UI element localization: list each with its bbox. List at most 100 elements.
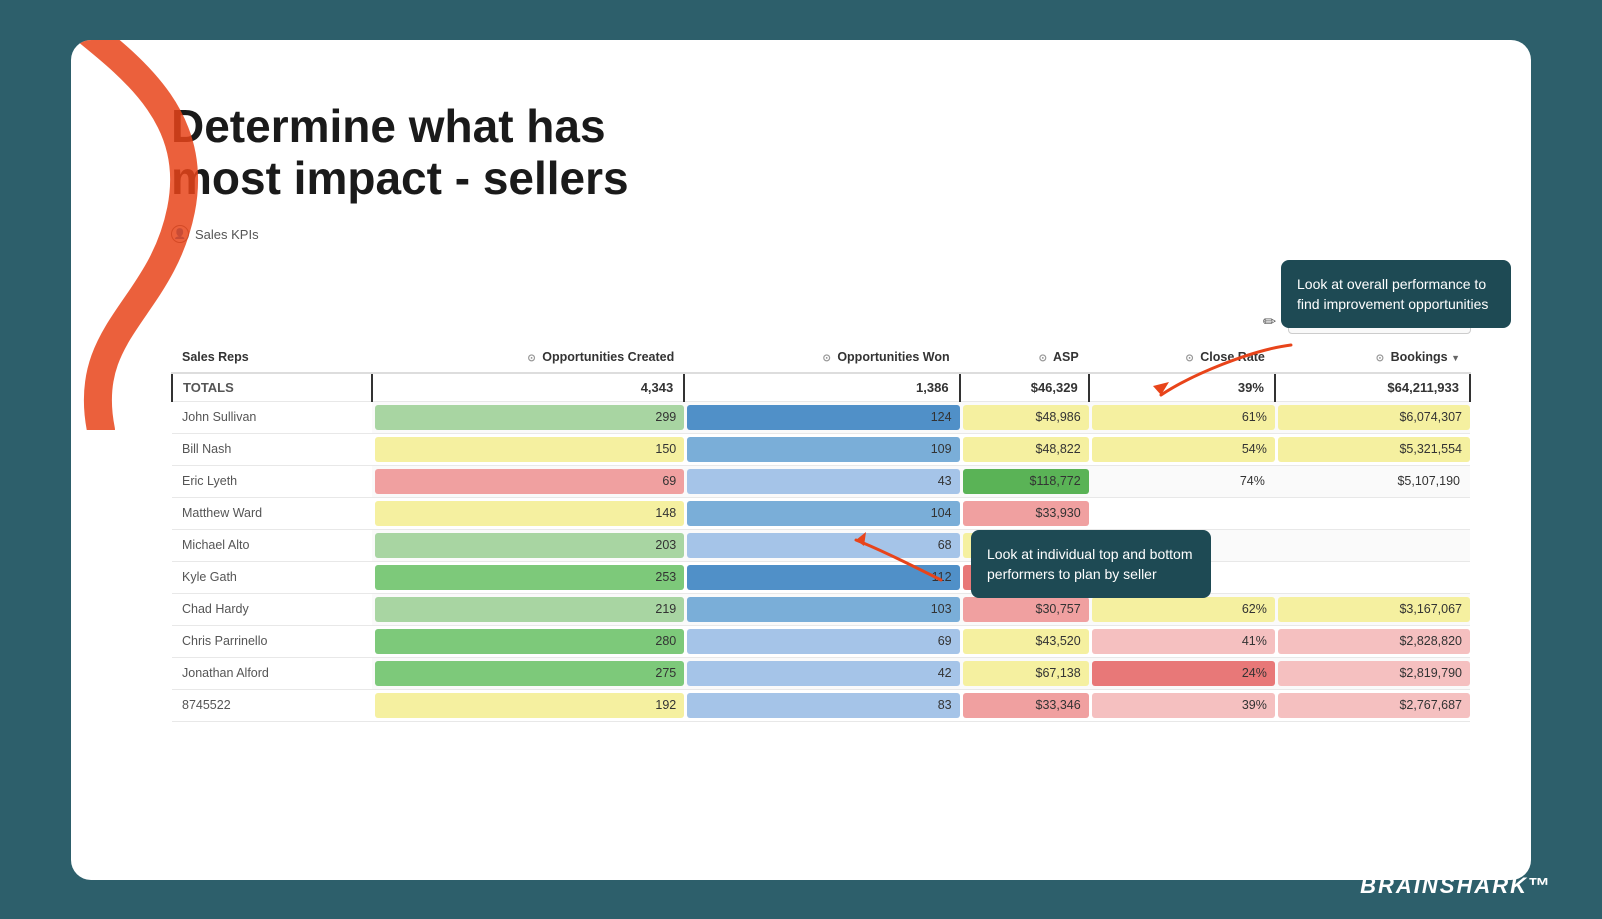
cell-opp-created: 253 [372,561,684,593]
cell-asp: $33,346 [960,689,1089,721]
cell-bookings: $6,074,307 [1275,401,1470,433]
cell-opp-won: 68 [684,529,959,561]
subtitle-row: 👤 Sales KPIs [171,225,1491,243]
cell-close-rate: 54% [1089,433,1275,465]
table-row: Chris Parrinello28069$43,52041%$2,828,82… [172,625,1470,657]
cell-name: Eric Lyeth [172,465,372,497]
main-title: Determine what has most impact - sellers [171,100,1491,206]
col-opp-won[interactable]: ⊙ Opportunities Won [684,342,959,373]
cell-opp-won: 43 [684,465,959,497]
cell-opp-won: 83 [684,689,959,721]
cell-bookings [1275,561,1470,593]
cell-name: Kyle Gath [172,561,372,593]
cell-opp-won: 104 [684,497,959,529]
cell-opp-created: 280 [372,625,684,657]
cell-bookings: $2,767,687 [1275,689,1470,721]
table-header-row: Sales Reps ⊙ Opportunities Created ⊙ Opp… [172,342,1470,373]
slide-container: Determine what has most impact - sellers… [71,40,1531,880]
cell-name: Michael Alto [172,529,372,561]
totals-opp-created: 4,343 [372,373,684,402]
cell-asp: $67,138 [960,657,1089,689]
annotation-box-overall: Look at overall performance to find impr… [1281,260,1511,329]
col-label: Bookings [1391,350,1448,364]
totals-bookings: $64,211,933 [1275,373,1470,402]
col-label: Close Rate [1200,350,1265,364]
col-sales-reps[interactable]: Sales Reps [172,342,372,373]
cell-name: Jonathan Alford [172,657,372,689]
cell-close-rate: 24% [1089,657,1275,689]
cell-opp-created: 192 [372,689,684,721]
col-opp-created[interactable]: ⊙ Opportunities Created [372,342,684,373]
col-icon: ⊙ [527,353,535,364]
cell-opp-created: 69 [372,465,684,497]
table-row: 874552219283$33,34639%$2,767,687 [172,689,1470,721]
cell-name: 8745522 [172,689,372,721]
col-icon: ⊙ [1376,353,1384,364]
cell-name: John Sullivan [172,401,372,433]
cell-opp-won: 103 [684,593,959,625]
cell-bookings: $2,828,820 [1275,625,1470,657]
cell-asp: $48,822 [960,433,1089,465]
totals-opp-won: 1,386 [684,373,959,402]
col-label: Opportunities Won [837,350,949,364]
table-row: Chad Hardy219103$30,75762%$3,167,067 [172,593,1470,625]
cell-opp-created: 275 [372,657,684,689]
cell-bookings [1275,497,1470,529]
cell-asp: $43,520 [960,625,1089,657]
col-label: Opportunities Created [542,350,674,364]
edit-icon[interactable]: ✏ [1263,312,1276,332]
cell-opp-created: 203 [372,529,684,561]
table-row: Matthew Ward148104$33,930 [172,497,1470,529]
table-row: John Sullivan299124$48,98661%$6,074,307 [172,401,1470,433]
annotation-box-individual: Look at individual top and bottom perfor… [971,530,1211,599]
cell-asp: $48,986 [960,401,1089,433]
cell-name: Chris Parrinello [172,625,372,657]
cell-bookings: $3,167,067 [1275,593,1470,625]
cell-bookings [1275,529,1470,561]
cell-name: Chad Hardy [172,593,372,625]
cell-opp-created: 219 [372,593,684,625]
cell-opp-won: 109 [684,433,959,465]
col-icon: ⊙ [822,353,830,364]
sales-kpis-icon: 👤 [171,225,189,243]
cell-close-rate: 39% [1089,689,1275,721]
cell-opp-won: 69 [684,625,959,657]
cell-opp-won: 124 [684,401,959,433]
data-table: Sales Reps ⊙ Opportunities Created ⊙ Opp… [171,342,1471,722]
table-wrapper: ✏ 📅 Current and Previous Year Sales Reps… [171,310,1471,820]
brainshark-logo: BRAINSHARK™ [1360,873,1552,899]
toolbar-row: ✏ 📅 Current and Previous Year [171,310,1471,334]
cell-bookings: $5,107,190 [1275,465,1470,497]
cell-opp-created: 150 [372,433,684,465]
cell-opp-created: 299 [372,401,684,433]
col-label: Sales Reps [182,350,249,364]
col-asp[interactable]: ⊙ ASP [960,342,1089,373]
cell-bookings: $5,321,554 [1275,433,1470,465]
col-bookings[interactable]: ⊙ Bookings ▼ [1275,342,1470,373]
cell-bookings: $2,819,790 [1275,657,1470,689]
col-label: ASP [1053,350,1079,364]
cell-close-rate: 74% [1089,465,1275,497]
totals-asp: $46,329 [960,373,1089,402]
cell-opp-won: 42 [684,657,959,689]
table-row: Jonathan Alford27542$67,13824%$2,819,790 [172,657,1470,689]
totals-close-rate: 39% [1089,373,1275,402]
col-icon: ⊙ [1185,353,1193,364]
cell-asp: $33,930 [960,497,1089,529]
cell-asp: $118,772 [960,465,1089,497]
table-row: Bill Nash150109$48,82254%$5,321,554 [172,433,1470,465]
col-close-rate[interactable]: ⊙ Close Rate [1089,342,1275,373]
cell-opp-created: 148 [372,497,684,529]
table-row: Michael Alto20368$50,104 [172,529,1470,561]
subtitle-label: Sales KPIs [195,227,259,242]
totals-label: TOTALS [172,373,372,402]
cell-close-rate: 41% [1089,625,1275,657]
totals-row: TOTALS 4,343 1,386 $46,329 39% $64,211,9… [172,373,1470,402]
cell-opp-won: 112 [684,561,959,593]
cell-name: Bill Nash [172,433,372,465]
table-row: Kyle Gath253112$28,687 [172,561,1470,593]
cell-close-rate: 61% [1089,401,1275,433]
cell-close-rate [1089,497,1275,529]
col-icon: ⊙ [1039,353,1047,364]
table-row: Eric Lyeth6943$118,77274%$5,107,190 [172,465,1470,497]
